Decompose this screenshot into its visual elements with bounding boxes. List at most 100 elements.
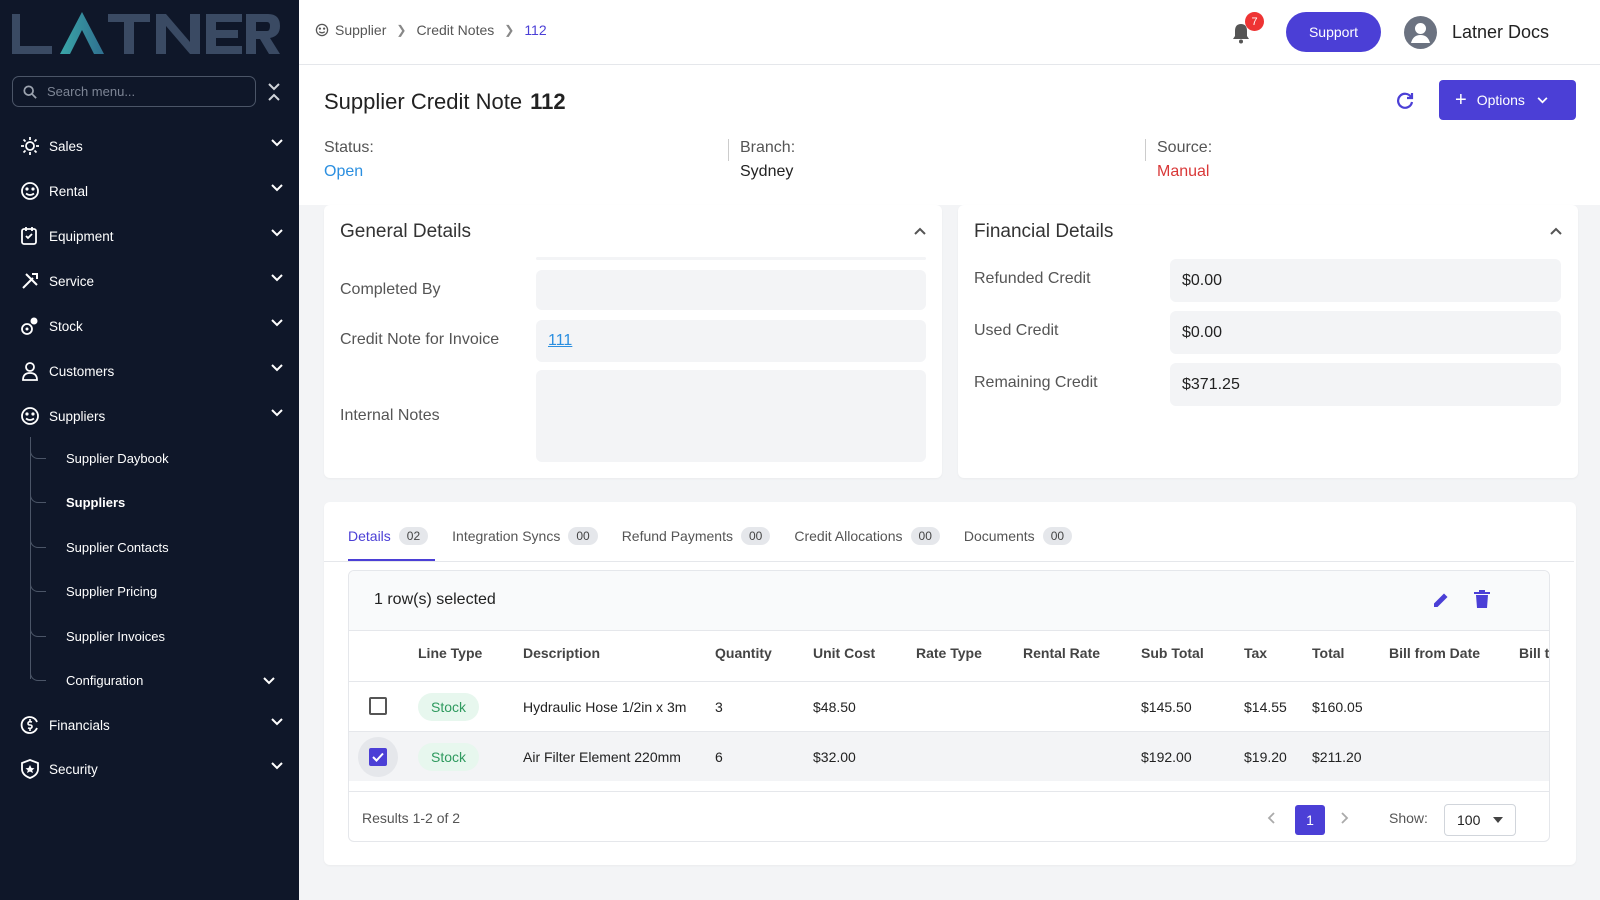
tree-connector — [30, 536, 46, 548]
column-header[interactable]: Total — [1312, 645, 1344, 661]
column-header[interactable]: Bill to — [1519, 645, 1549, 661]
cell-unit-cost: $32.00 — [813, 749, 856, 765]
latner-logo[interactable] — [10, 10, 280, 54]
chevron-down-icon — [263, 677, 275, 685]
tab-divider — [324, 561, 1574, 562]
breadcrumb-supplier[interactable]: Supplier — [335, 22, 386, 38]
tab-label: Details — [348, 528, 391, 544]
chevron-right-icon[interactable] — [1341, 812, 1349, 824]
column-header[interactable]: Rate Type — [916, 645, 982, 661]
column-header[interactable]: Description — [523, 645, 600, 661]
chevron-up-icon[interactable] — [1550, 227, 1562, 235]
caret-down-icon — [1493, 817, 1503, 823]
tree-connector — [30, 669, 46, 681]
line-type-badge: Stock — [418, 693, 480, 721]
cell-total: $211.20 — [1312, 749, 1362, 765]
sidebar: Search menu... Sales Rental Equipment Se… — [0, 0, 299, 900]
sidebar-subitem-configuration[interactable]: Configuration — [66, 660, 143, 700]
tab-details[interactable]: Details 02 — [348, 524, 429, 548]
used-credit-field[interactable]: $0.00 — [1170, 311, 1561, 354]
table-row[interactable]: Stock Air Filter Element 220mm 6 $32.00 … — [349, 731, 1549, 781]
invoice-link[interactable]: 111 — [548, 332, 572, 350]
suppliers-icon — [20, 406, 40, 426]
sidebar-item-customers[interactable]: Customers — [0, 351, 299, 391]
column-header[interactable]: Rental Rate — [1023, 645, 1100, 661]
cell-description: Hydraulic Hose 1/2in x 3m — [523, 699, 687, 715]
tab-integration-syncs[interactable]: Integration Syncs 00 — [452, 524, 598, 548]
breadcrumb-credit-notes[interactable]: Credit Notes — [416, 22, 494, 38]
branch-label: Branch: — [740, 139, 796, 156]
internal-notes-field[interactable] — [536, 370, 926, 462]
financial-details-title: Financial Details — [974, 221, 1114, 242]
column-header[interactable]: Line Type — [418, 645, 482, 661]
sidebar-item-sales[interactable]: Sales — [0, 126, 299, 166]
chevron-down-icon — [271, 139, 283, 147]
avatar[interactable] — [1404, 16, 1437, 49]
column-header[interactable]: Tax — [1244, 645, 1267, 661]
tab-refund-payments[interactable]: Refund Payments 00 — [622, 524, 771, 548]
sidebar-subitem-supplier-invoices[interactable]: Supplier Invoices — [66, 616, 165, 656]
table-row[interactable]: Stock Hydraulic Hose 1/2in x 3m 3 $48.50… — [349, 681, 1549, 731]
sidebar-subitem-suppliers[interactable]: Suppliers — [66, 482, 125, 522]
sidebar-item-label: Sales — [49, 138, 83, 154]
chevron-up-icon[interactable] — [914, 227, 926, 235]
sidebar-item-service[interactable]: Service — [0, 261, 299, 301]
sidebar-item-label: Financials — [49, 717, 110, 733]
user-name[interactable]: Latner Docs — [1452, 22, 1549, 43]
row-checkbox[interactable] — [369, 697, 387, 715]
refresh-icon[interactable] — [1395, 91, 1415, 111]
search-menu-input[interactable]: Search menu... — [12, 76, 256, 107]
source-label: Source: — [1157, 139, 1213, 156]
plus-icon: + — [1455, 88, 1467, 111]
remaining-credit-field[interactable]: $371.25 — [1170, 363, 1561, 406]
sidebar-item-suppliers[interactable]: Suppliers — [0, 396, 299, 436]
row-checkbox[interactable] — [369, 748, 387, 766]
page-size-select[interactable]: 100 — [1444, 804, 1516, 836]
column-header[interactable]: Quantity — [715, 645, 772, 661]
sidebar-item-label: Service — [49, 273, 95, 289]
sidebar-item-security[interactable]: Security — [0, 749, 299, 789]
search-icon — [23, 84, 37, 99]
sidebar-item-stock[interactable]: Stock — [0, 306, 299, 346]
sidebar-item-financials[interactable]: Financials — [0, 705, 299, 745]
page-title-text: Supplier Credit Note — [324, 89, 523, 114]
options-button[interactable]: + Options — [1439, 80, 1576, 120]
breadcrumb-current: 112 — [524, 22, 547, 38]
sidebar-item-label: Rental — [49, 183, 89, 199]
sidebar-item-rental[interactable]: Rental — [0, 171, 299, 211]
column-header[interactable]: Sub Total — [1141, 645, 1204, 661]
chevron-down-icon — [271, 184, 283, 192]
column-header[interactable]: Bill from Date — [1389, 645, 1480, 661]
page-button-current[interactable]: 1 — [1295, 805, 1325, 835]
completed-by-field[interactable] — [536, 270, 926, 310]
chevron-down-icon — [271, 364, 283, 372]
collapse-sidebar-icon[interactable] — [268, 82, 280, 102]
page-size-value: 100 — [1457, 812, 1481, 828]
sales-icon — [20, 136, 40, 156]
cell-quantity: 3 — [715, 699, 723, 715]
edit-icon[interactable] — [1432, 591, 1450, 609]
security-icon — [20, 759, 40, 779]
tab-bar: Details 02 Integration Syncs 00 Refund Pay… — [348, 524, 1096, 548]
refunded-credit-field[interactable]: $0.00 — [1170, 259, 1561, 302]
notification-badge: 7 — [1245, 12, 1264, 31]
stock-icon — [20, 316, 40, 336]
line-type-badge: Stock — [418, 743, 480, 771]
sidebar-item-label: Suppliers — [49, 408, 106, 424]
sidebar-item-equipment[interactable]: Equipment — [0, 216, 299, 256]
source-value: Manual — [1157, 163, 1210, 180]
line-items-table: 1 row(s) selected Line Type Description … — [348, 570, 1550, 842]
chevron-left-icon[interactable] — [1267, 812, 1275, 824]
tab-credit-allocations[interactable]: Credit Allocations 00 — [794, 524, 940, 548]
status-value: Open — [324, 163, 364, 180]
support-button[interactable]: Support — [1286, 12, 1381, 52]
delete-icon[interactable] — [1474, 590, 1490, 609]
tab-label: Documents — [963, 528, 1035, 544]
sidebar-subitem-supplier-contacts[interactable]: Supplier Contacts — [66, 527, 169, 567]
sidebar-subitem-supplier-daybook[interactable]: Supplier Daybook — [66, 438, 169, 478]
tab-documents[interactable]: Documents 00 — [963, 524, 1073, 548]
sidebar-item-label: Stock — [49, 318, 83, 334]
cell-sub-total: $145.50 — [1141, 699, 1192, 715]
sidebar-subitem-supplier-pricing[interactable]: Supplier Pricing — [66, 571, 157, 611]
column-header[interactable]: Unit Cost — [813, 645, 875, 661]
